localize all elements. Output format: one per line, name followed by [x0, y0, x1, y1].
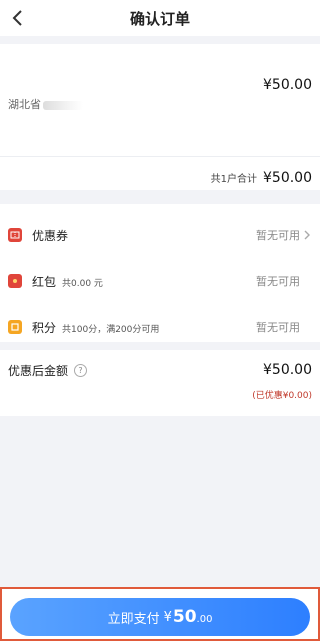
total-label: 共1户合计 [210, 174, 257, 185]
pay-now-button[interactable]: 立即支付 ¥ 50 .00 [10, 598, 310, 636]
address-text: 湖北省 [8, 98, 41, 111]
page-title: 确认订单 [129, 9, 190, 28]
points-icon [8, 320, 22, 334]
back-arrow-icon[interactable] [8, 8, 28, 28]
points-sub: 共100分，满200分可用 [62, 324, 160, 335]
red-packet-sub: 共0.00 元 [62, 278, 103, 289]
item-price: ¥50.00 [263, 77, 312, 93]
total-row: 共1户合计 ¥50.00 [211, 170, 312, 186]
red-packet-icon [8, 274, 22, 288]
divider [0, 156, 320, 157]
store-address: 湖北省 [8, 96, 83, 112]
coupon-icon [8, 228, 22, 242]
pay-currency: ¥ [163, 609, 172, 625]
pay-amount-integer: 50 [172, 607, 197, 627]
pay-amount-decimal: .00 [196, 613, 213, 625]
discount-note: (已优惠¥0.00) [252, 391, 312, 401]
bottom-bar: 立即支付 ¥ 50 .00 [0, 587, 320, 641]
coupon-label: 优惠券 [32, 228, 69, 243]
red-packet-status: 暂无可用 [256, 275, 300, 288]
chevron-right-icon [304, 230, 310, 240]
red-packet-label: 红包 共0.00 元 [32, 274, 103, 289]
pay-label: 立即支付 [107, 611, 160, 627]
coupon-row[interactable]: 优惠券 暂无可用 [0, 220, 320, 250]
store-card: ¥50.00 湖北省 共1户合计 ¥50.00 [0, 44, 320, 190]
help-icon[interactable]: ? [74, 364, 88, 377]
points-row[interactable]: 积分 共100分，满200分可用 暂无可用 [0, 312, 320, 342]
after-discount-card: 优惠后金额 ? ¥50.00 (已优惠¥0.00) [0, 350, 320, 416]
red-packet-row[interactable]: 红包 共0.00 元 暂无可用 [0, 266, 320, 296]
total-value: ¥50.00 [263, 170, 312, 186]
coupon-status: 暂无可用 [256, 229, 300, 242]
after-discount-value: ¥50.00 [263, 362, 312, 378]
after-discount-label: 优惠后金额 ? [8, 362, 88, 379]
points-status: 暂无可用 [256, 321, 300, 334]
top-bar: 确认订单 [0, 0, 320, 36]
points-label: 积分 共100分，满200分可用 [32, 320, 160, 335]
discount-card: 优惠券 暂无可用 红包 共0.00 元 暂无可用 积分 共100分，满200分可用 … [0, 204, 320, 342]
address-blurred [43, 100, 83, 110]
